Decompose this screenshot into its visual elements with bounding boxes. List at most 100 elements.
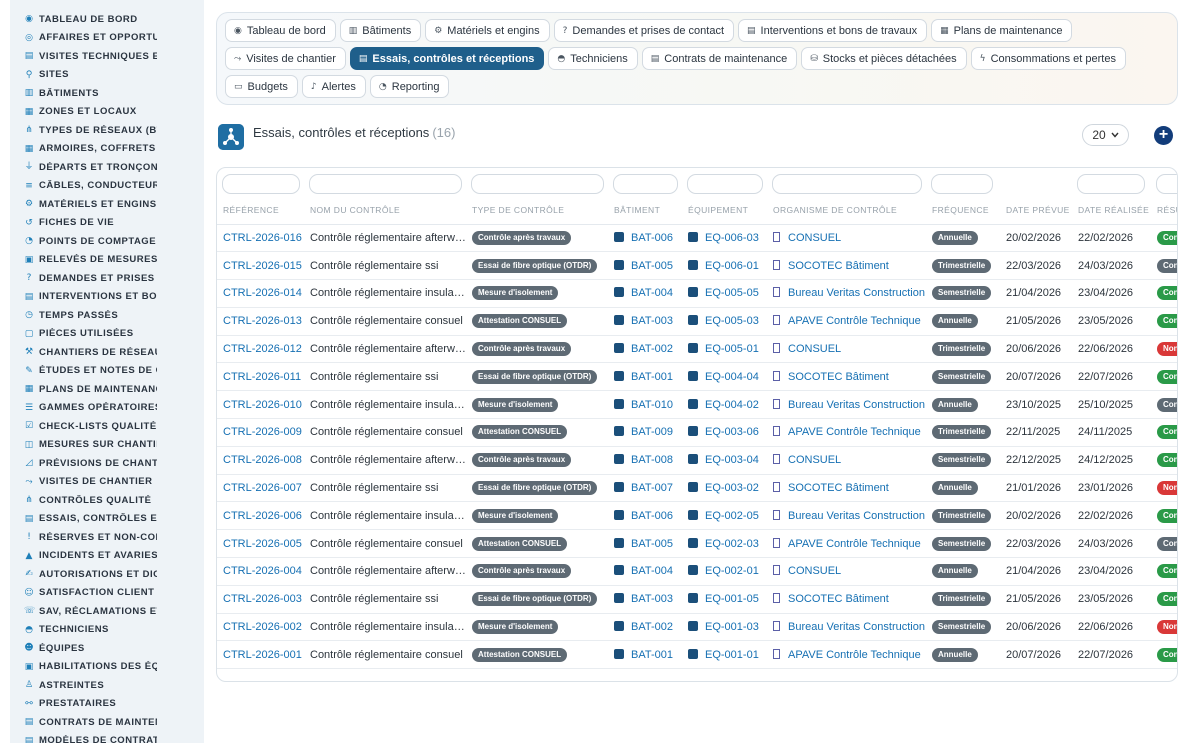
reference-link[interactable]: CTRL-2026-003 [223, 593, 302, 605]
module-tab[interactable]: ⤳ Visites de chantier [225, 47, 346, 70]
table-row[interactable]: CTRL-2026-012 Contrôle réglementaire afte… [217, 335, 1177, 364]
sidebar-item[interactable]: ▦ PLANS DE MAINTENANCE [10, 380, 204, 399]
column-filter-input[interactable] [471, 173, 604, 194]
equipment-link[interactable]: EQ-005-01 [705, 343, 759, 355]
column-filter-input[interactable] [309, 173, 462, 194]
sidebar-item[interactable]: ⋔ TYPES DE RÉSEAUX (BT / HTA) [10, 121, 204, 140]
sidebar-item[interactable]: ✍ AUTORISATIONS ET DICT [10, 565, 204, 584]
organisation-link[interactable]: APAVE Contrôle Technique [788, 426, 921, 438]
organisation-link[interactable]: Bureau Veritas Construction [788, 399, 925, 411]
building-link[interactable]: BAT-001 [631, 649, 673, 661]
column-filter-input[interactable] [772, 173, 922, 194]
organisation-link[interactable]: CONSUEL [788, 454, 841, 466]
organisation-link[interactable]: Bureau Veritas Construction [788, 510, 925, 522]
reference-link[interactable]: CTRL-2026-006 [223, 510, 302, 522]
organisation-link[interactable]: CONSUEL [788, 565, 841, 577]
module-tab[interactable]: ⚙ Matériels et engins [425, 19, 550, 42]
reference-link[interactable]: CTRL-2026-015 [223, 260, 302, 272]
sidebar-item[interactable]: ☰ GAMMES OPÉRATOIRES [10, 399, 204, 418]
column-header[interactable]: DATE PRÉVUE [1000, 196, 1072, 225]
reference-link[interactable]: CTRL-2026-008 [223, 454, 302, 466]
building-link[interactable]: BAT-002 [631, 621, 673, 633]
organisation-link[interactable]: APAVE Contrôle Technique [788, 315, 921, 327]
equipment-link[interactable]: EQ-002-05 [705, 510, 759, 522]
sidebar-item[interactable]: ☻ ÉQUIPES [10, 639, 204, 658]
organisation-link[interactable]: Bureau Veritas Construction [788, 621, 925, 633]
building-link[interactable]: BAT-003 [631, 593, 673, 605]
table-row[interactable]: CTRL-2026-006 Contrôle réglementaire insu… [217, 501, 1177, 531]
reference-link[interactable]: CTRL-2026-004 [223, 565, 302, 577]
sidebar-item[interactable]: ! RÉSERVES ET NON-CONFORMITÉS [10, 528, 204, 547]
building-link[interactable]: BAT-003 [631, 315, 673, 327]
module-tab[interactable]: ▭ Budgets [225, 75, 298, 98]
building-link[interactable]: BAT-001 [631, 371, 673, 383]
building-link[interactable]: BAT-006 [631, 232, 673, 244]
module-tab[interactable]: ◉ Tableau de bord [225, 19, 336, 42]
reference-link[interactable]: CTRL-2026-007 [223, 482, 302, 494]
module-tab[interactable]: ? Demandes et prises de contact [553, 19, 735, 42]
module-tab[interactable]: ▤ Interventions et bons de travaux [738, 19, 928, 42]
column-header[interactable]: FRÉQUENCE [926, 196, 1000, 225]
equipment-link[interactable]: EQ-001-03 [705, 621, 759, 633]
column-header[interactable]: ÉQUIPEMENT [682, 196, 767, 225]
equipment-link[interactable]: EQ-003-02 [705, 482, 759, 494]
building-link[interactable]: BAT-005 [631, 260, 673, 272]
sidebar-item[interactable]: ▦ ZONES ET LOCAUX [10, 103, 204, 122]
building-link[interactable]: BAT-009 [631, 426, 673, 438]
module-tab[interactable]: ♪ Alertes [301, 75, 366, 98]
module-tab[interactable]: ▥ Bâtiments [339, 19, 422, 42]
add-button[interactable]: + [1154, 126, 1173, 145]
sidebar-item[interactable]: ? DEMANDES ET PRISES DE CONTACT [10, 269, 204, 288]
sidebar-item[interactable]: ☑ CHECK-LISTS QUALITÉ [10, 417, 204, 436]
sidebar-item[interactable]: ▤ ESSAIS, CONTRÔLES ET RÉCEPTIONS [10, 510, 204, 529]
module-tab[interactable]: ▦ Plans de maintenance [931, 19, 1073, 42]
building-link[interactable]: BAT-008 [631, 454, 673, 466]
sidebar-item[interactable]: ⚯ PRESTATAIRES [10, 695, 204, 714]
sidebar-item[interactable]: ⤳ VISITES DE CHANTIER [10, 473, 204, 492]
table-row[interactable]: CTRL-2026-009 Contrôle réglementaire cons… [217, 418, 1177, 447]
module-tab[interactable]: ϟ Consommations et pertes [970, 47, 1126, 70]
sidebar-item[interactable]: ⋔ CONTRÔLES QUALITÉ [10, 491, 204, 510]
column-filter-input[interactable] [222, 173, 300, 194]
sidebar-item[interactable]: ☏SAV, RÉCLAMATIONS ET GARANTIES [10, 602, 204, 621]
sidebar-item[interactable]: ⏚ DÉPARTS ET TRONÇONS [10, 158, 204, 177]
building-link[interactable]: BAT-004 [631, 287, 673, 299]
equipment-link[interactable]: EQ-004-04 [705, 371, 759, 383]
sidebar-item[interactable]: ◫ MESURES SUR CHANTIER [10, 436, 204, 455]
sidebar-item[interactable]: ◉ TABLEAU DE BORD [10, 10, 204, 29]
module-tab[interactable]: ▤ Contrats de maintenance [641, 47, 798, 70]
equipment-link[interactable]: EQ-005-03 [705, 315, 759, 327]
column-filter-input[interactable] [1077, 173, 1145, 194]
column-filter-input[interactable] [931, 173, 993, 194]
organisation-link[interactable]: SOCOTEC Bâtiment [788, 482, 889, 494]
sidebar-item[interactable]: ▤ MODÈLES DE CONTRATS [10, 732, 204, 743]
sidebar-item[interactable]: ♙ ASTREINTES [10, 676, 204, 695]
sidebar-item[interactable]: ✎ ÉTUDES ET NOTES DE CALCUL [10, 362, 204, 381]
organisation-link[interactable]: SOCOTEC Bâtiment [788, 371, 889, 383]
table-row[interactable]: CTRL-2026-013 Contrôle réglementaire cons… [217, 307, 1177, 336]
column-header[interactable]: RÉFÉRENCE [217, 196, 304, 225]
building-link[interactable]: BAT-007 [631, 482, 673, 494]
reference-link[interactable]: CTRL-2026-001 [223, 649, 302, 661]
table-row[interactable]: CTRL-2026-008 Contrôle réglementaire afte… [217, 446, 1177, 475]
building-link[interactable]: BAT-002 [631, 343, 673, 355]
table-row[interactable]: CTRL-2026-002 Contrôle réglementaire insu… [217, 613, 1177, 642]
equipment-link[interactable]: EQ-001-01 [705, 649, 759, 661]
column-header[interactable]: NOM DU CONTRÔLE [304, 196, 466, 225]
column-filter-input[interactable] [613, 173, 678, 194]
equipment-link[interactable]: EQ-005-05 [705, 287, 759, 299]
organisation-link[interactable]: APAVE Contrôle Technique [788, 649, 921, 661]
table-row[interactable]: CTRL-2026-005 Contrôle réglementaire cons… [217, 529, 1177, 559]
column-header[interactable]: ORGANISME DE CONTRÔLE [767, 196, 926, 225]
equipment-link[interactable]: EQ-002-01 [705, 565, 759, 577]
equipment-link[interactable]: EQ-001-05 [705, 593, 759, 605]
sidebar-item[interactable]: ≡ CÂBLES, CONDUCTEURS [10, 177, 204, 196]
table-row[interactable]: CTRL-2026-004 Contrôle réglementaire afte… [217, 557, 1177, 586]
page-size-select[interactable]: 20 [1082, 124, 1129, 146]
reference-link[interactable]: CTRL-2026-016 [223, 232, 302, 244]
sidebar-item[interactable]: ▢ PIÈCES UTILISÉES [10, 325, 204, 344]
organisation-link[interactable]: SOCOTEC Bâtiment [788, 260, 889, 272]
building-link[interactable]: BAT-005 [631, 538, 673, 550]
sidebar-item[interactable]: ▣ HABILITATIONS DES ÉQUIPES [10, 658, 204, 677]
sidebar-item[interactable]: ⚲ SITES [10, 66, 204, 85]
